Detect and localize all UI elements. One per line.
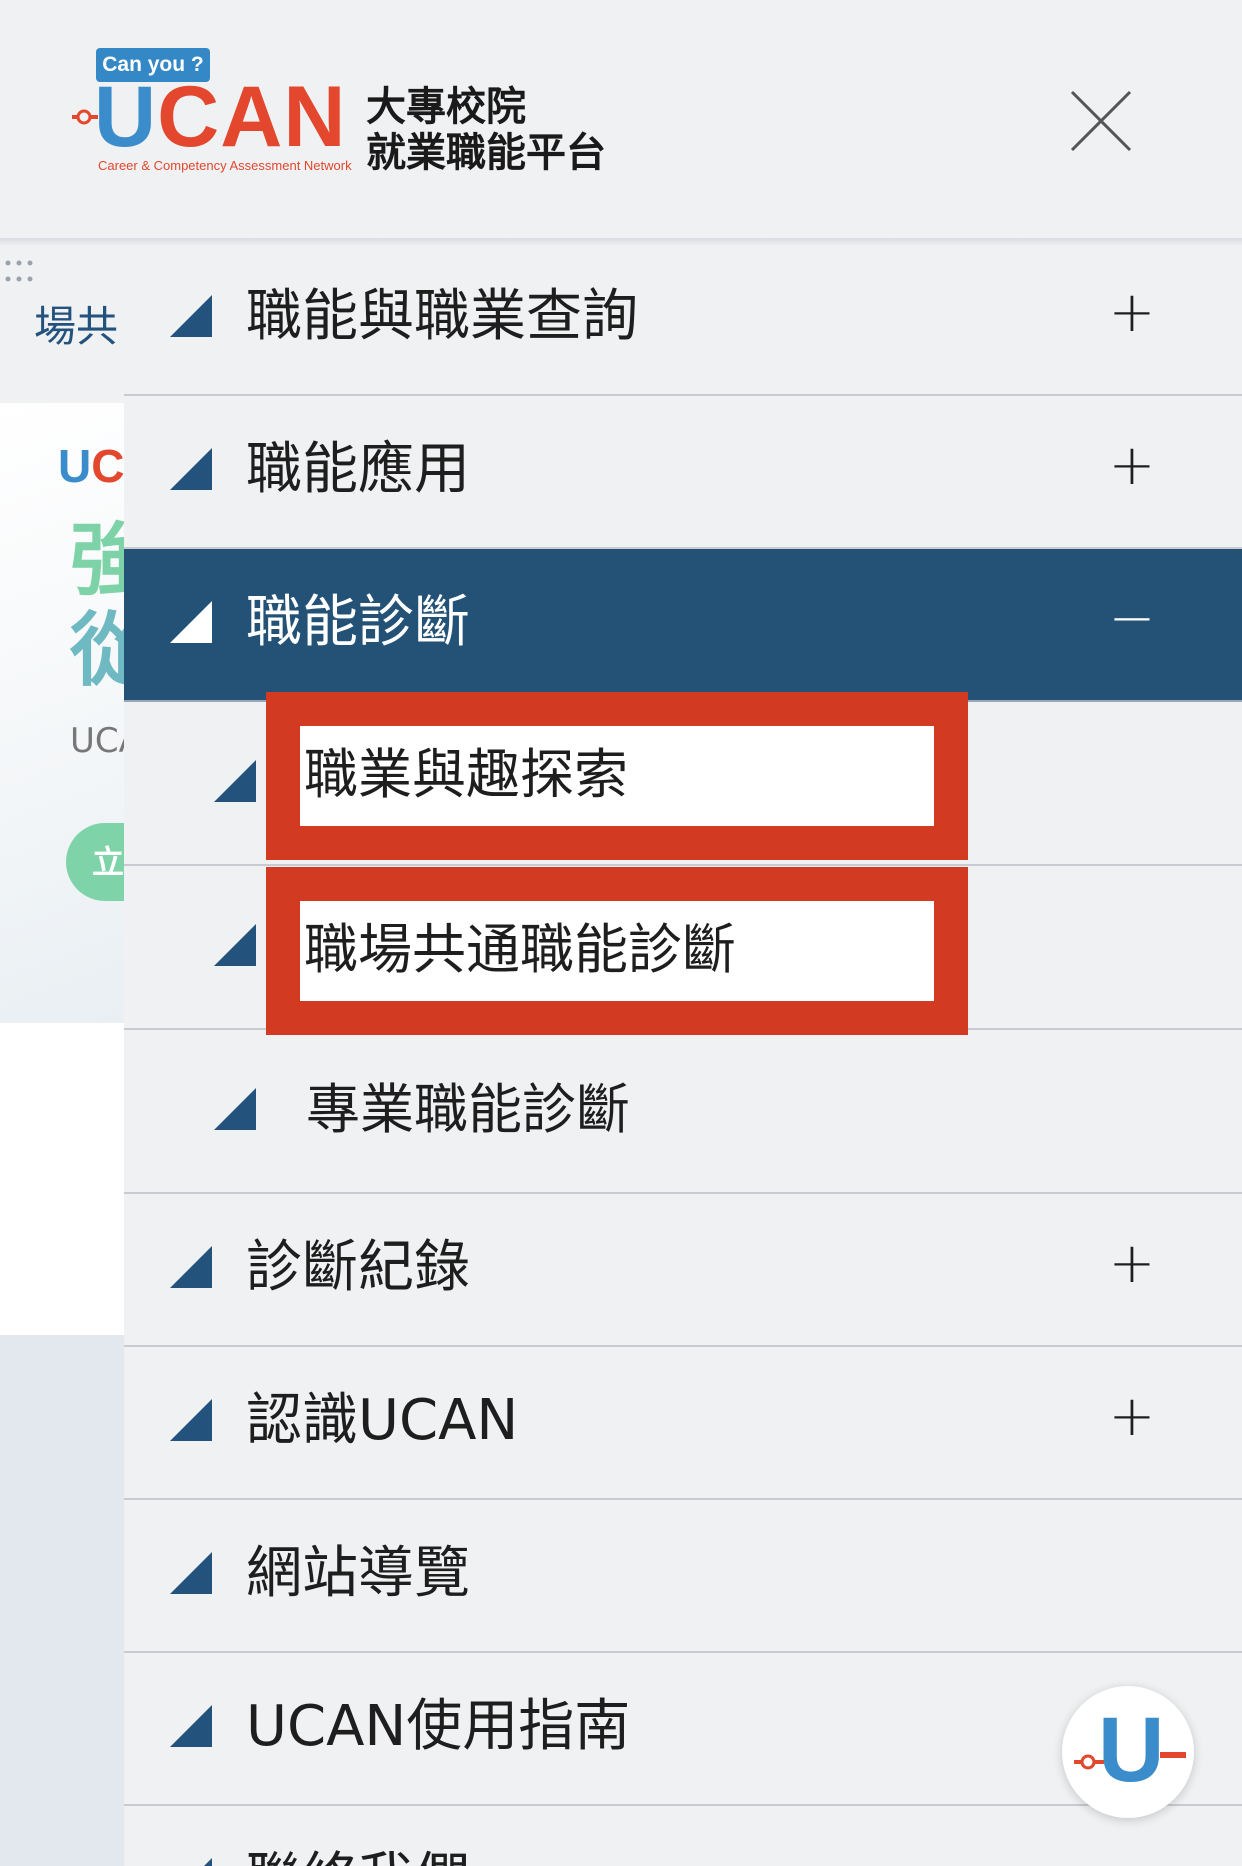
triangle-bullet-icon — [170, 601, 212, 643]
menu-item-label: 認識UCAN — [246, 1388, 519, 1453]
triangle-bullet-icon — [170, 1705, 212, 1747]
menu-item-label: 職能與職業查詢 — [246, 284, 638, 349]
nav-menu: 職能與職業查詢 + 職能應用 + 職能診斷 − 專業職能診斷 診斷紀錄 + 認識… — [124, 243, 1242, 1866]
collapse-minus-icon[interactable]: − — [1102, 589, 1162, 649]
logo-wordmark: UCAN — [94, 69, 347, 165]
submenu-item-professional-diagnosis[interactable]: 專業職能診斷 — [124, 1030, 1242, 1194]
triangle-bullet-icon — [170, 1246, 212, 1288]
floating-button-letter: U — [1098, 1699, 1165, 1801]
logo-chinese-title: 大專校院 就業職能平台 — [366, 84, 606, 176]
logo-subtitle: Career & Competency Assessment Network — [98, 158, 352, 173]
menu-item-diagnosis-records[interactable]: 診斷紀錄 + — [124, 1194, 1242, 1347]
background-headline-1: 強 — [70, 514, 124, 607]
menu-item-contact-us[interactable]: 聯絡我們 — [124, 1806, 1242, 1866]
submenu-item-workplace-common-diagnosis[interactable] — [124, 866, 1242, 1030]
close-icon[interactable] — [1066, 86, 1136, 156]
background-page: 場共 UC 強 從 UCA 立 — [0, 243, 124, 1866]
drag-dots-icon — [5, 260, 33, 282]
background-hero: UC 強 從 UCA 立 — [0, 403, 124, 1023]
header-shadow — [0, 238, 1242, 246]
menu-item-label: 網站導覽 — [246, 1541, 470, 1606]
logo-dash — [1160, 1752, 1186, 1758]
triangle-bullet-icon — [170, 1552, 212, 1594]
background-breadcrumb: 場共 — [34, 302, 119, 351]
expand-plus-icon[interactable]: + — [1102, 1387, 1162, 1447]
expand-plus-icon[interactable]: + — [1102, 1234, 1162, 1294]
background-bottom-section — [0, 1335, 124, 1866]
menu-item-label: 診斷紀錄 — [246, 1235, 470, 1300]
triangle-bullet-icon — [214, 760, 256, 802]
menu-item-competency-application[interactable]: 職能應用 + — [124, 396, 1242, 549]
menu-item-label: 職能診斷 — [246, 590, 470, 655]
background-white-section — [0, 1023, 124, 1335]
menu-item-label: 專業職能診斷 — [306, 1078, 630, 1141]
background-ucan-text: UCA — [70, 721, 124, 761]
triangle-bullet-icon — [204, 1858, 212, 1866]
submenu-item-career-interest[interactable] — [124, 702, 1242, 866]
triangle-bullet-icon — [170, 448, 212, 490]
menu-item-competency-career-search[interactable]: 職能與職業查詢 + — [124, 243, 1242, 396]
background-cta-button: 立 — [66, 823, 124, 901]
expand-plus-icon[interactable]: + — [1102, 283, 1162, 343]
ucan-floating-button[interactable]: U — [1062, 1686, 1194, 1818]
menu-item-about-ucan[interactable]: 認識UCAN + — [124, 1347, 1242, 1500]
menu-item-label: UCAN使用指南 — [246, 1694, 631, 1759]
menu-item-competency-diagnosis[interactable]: 職能診斷 − — [124, 549, 1242, 702]
menu-item-site-map[interactable]: 網站導覽 — [124, 1500, 1242, 1653]
header: Can you ? UCAN Career & Competency Asses… — [0, 0, 1242, 243]
background-headline-2: 從 — [70, 604, 124, 697]
triangle-bullet-icon — [170, 295, 212, 337]
menu-item-label: 聯絡我們 — [246, 1844, 470, 1866]
menu-item-label: 職能應用 — [246, 437, 470, 502]
background-mini-logo: UC — [58, 440, 124, 492]
triangle-bullet-icon — [170, 1399, 212, 1441]
ucan-logo[interactable]: Can you ? UCAN Career & Competency Asses… — [70, 46, 630, 176]
triangle-bullet-icon — [214, 1088, 256, 1130]
expand-plus-icon[interactable]: + — [1102, 436, 1162, 496]
triangle-bullet-icon — [214, 924, 256, 966]
